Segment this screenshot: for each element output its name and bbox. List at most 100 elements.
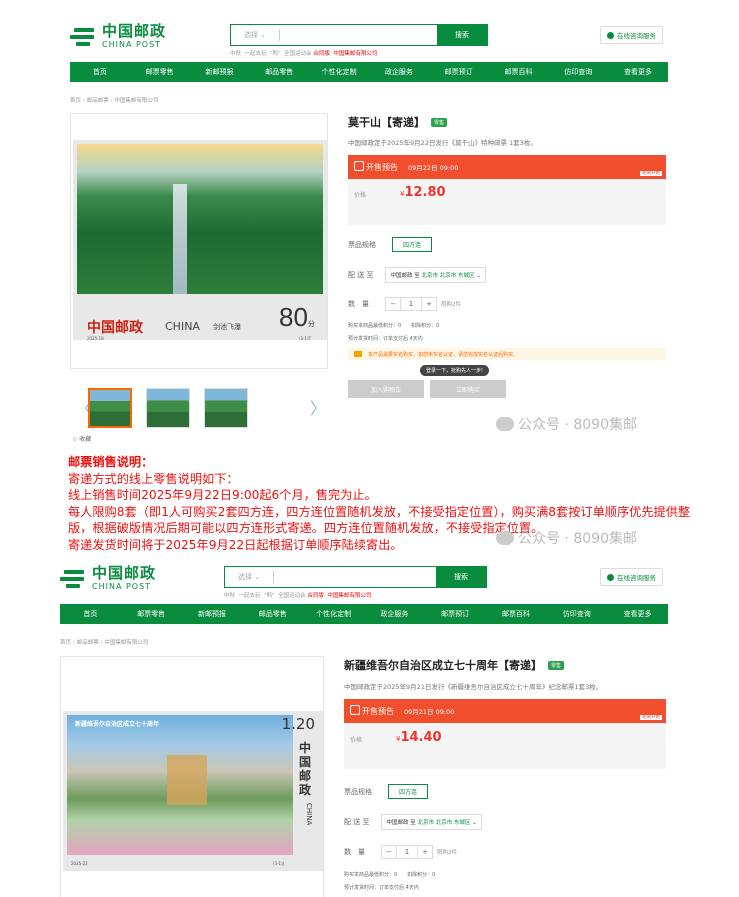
retail-tag: 零售 xyxy=(431,117,448,127)
qty-minus[interactable]: − xyxy=(382,846,396,858)
qty-plus[interactable]: + xyxy=(418,846,432,858)
nav-philately[interactable]: 邮品零售 xyxy=(242,604,303,624)
search-button[interactable]: 搜索 xyxy=(436,567,486,587)
stamp-code: 2025-22 xyxy=(71,861,88,866)
nav-custom[interactable]: 个性化定制 xyxy=(303,604,364,624)
product-subtitle: 中国邮政定于2025年9月22日发行《莫干山》特种邮票 1套3枚。 xyxy=(348,139,537,147)
search-input[interactable] xyxy=(273,571,436,583)
search-input[interactable] xyxy=(279,29,437,41)
logo-cn: 中国邮政 xyxy=(92,564,157,582)
price-box: 价格 ¥12.80 xyxy=(348,179,666,225)
nav-custom[interactable]: 个性化定制 xyxy=(309,62,369,82)
qty-input[interactable]: 1 xyxy=(400,298,422,310)
price-value: ¥12.80 xyxy=(400,185,446,200)
search-button[interactable]: 搜索 xyxy=(437,25,487,45)
thumb-next-icon[interactable]: 〉 xyxy=(310,395,326,419)
qty-minus[interactable]: − xyxy=(386,298,400,310)
nav-more[interactable]: 查看更多 xyxy=(607,604,668,624)
spec-row: 票品规格 四方连 xyxy=(348,237,433,252)
nav-query[interactable]: 仿印查询 xyxy=(546,604,607,624)
nav-home[interactable]: 首页 xyxy=(60,604,121,624)
presale-label: 开售预告 xyxy=(366,162,398,172)
price-label: 价格 xyxy=(354,192,367,199)
add-to-cart-button[interactable]: 加入购物车 xyxy=(348,380,424,398)
thumbnail[interactable] xyxy=(146,388,190,428)
stamp-en: CHINA xyxy=(165,320,200,333)
search-bar: 选择 ⌄ 搜索 xyxy=(230,24,488,46)
headset-icon xyxy=(607,31,614,39)
spec-row: 票品规格 四方连 xyxy=(344,784,429,799)
product-title: 莫干山【寄递】 零售 xyxy=(348,114,448,130)
nav-new-stamps[interactable]: 新邮预报 xyxy=(190,62,250,82)
logo-en: CHINA POST xyxy=(92,582,152,591)
thumbnail[interactable] xyxy=(88,388,132,428)
logo-mark-icon xyxy=(60,568,88,590)
stamp-idx: (3-1)J xyxy=(273,861,284,866)
nav-enterprise[interactable]: 政企服务 xyxy=(364,604,425,624)
breadcrumb[interactable]: 首页 › 邮品邮票 › 中国集邮有限公司 xyxy=(70,96,158,104)
nav-new-stamps[interactable]: 新邮预报 xyxy=(182,604,243,624)
product-subtitle: 中国邮政定于2025年9月21日发行《新疆维吾尔自治区成立七十周年》纪念邮票1套… xyxy=(344,683,603,691)
spec-option[interactable]: 四方连 xyxy=(392,237,433,252)
nav-wiki[interactable]: 邮票百科 xyxy=(486,604,547,624)
spec-option[interactable]: 四方连 xyxy=(388,784,429,799)
presale-time: 09月22日 09:00 xyxy=(408,164,459,172)
price-box: 价格 ¥14.40 xyxy=(344,723,666,769)
breadcrumb[interactable]: 首页 › 邮品邮票 › 中国集邮有限公司 xyxy=(60,638,148,646)
stamp-en: CHINA xyxy=(305,803,313,826)
nav-philately[interactable]: 邮品零售 xyxy=(249,62,309,82)
stamp-name: 剑池飞瀑 xyxy=(213,323,241,331)
nav-preorder[interactable]: 邮票预订 xyxy=(425,604,486,624)
retail-tag: 零售 xyxy=(548,660,565,670)
stamp-value: 80分 xyxy=(279,302,315,332)
presale-bar: 开售预告 09月21日 09:00 距离开始 1天113938 xyxy=(344,699,666,733)
nav-more[interactable]: 查看更多 xyxy=(608,62,668,82)
main-nav: 首页 邮票零售 新邮预报 邮品零售 个性化定制 政企服务 邮票预订 邮票百科 仿… xyxy=(60,604,668,624)
qty-input[interactable]: 1 xyxy=(396,846,418,858)
nav-preorder[interactable]: 邮票预订 xyxy=(429,62,489,82)
thumbnail[interactable] xyxy=(204,388,248,428)
nav-stamp-retail[interactable]: 邮票零售 xyxy=(121,604,182,624)
clock-icon xyxy=(354,161,364,171)
china-post-logo[interactable]: 中国邮政 CHINA POST xyxy=(70,24,166,49)
nav-query[interactable]: 仿印查询 xyxy=(548,62,608,82)
presale-time: 09月21日 09:00 xyxy=(404,708,455,716)
stamp-banner: 新疆维吾尔自治区成立七十周年 xyxy=(75,721,160,728)
nav-wiki[interactable]: 邮票百科 xyxy=(489,62,549,82)
qty-plus[interactable]: + xyxy=(422,298,436,310)
main-nav: 首页 邮票零售 新邮预报 邮品零售 个性化定制 政企服务 邮票预订 邮票百科 仿… xyxy=(70,62,668,82)
search-select[interactable]: 选择 ⌄ xyxy=(225,567,273,587)
nav-home[interactable]: 首页 xyxy=(70,62,130,82)
stamp-value: 1.20 xyxy=(281,715,315,733)
ship-address-select[interactable]: 中国邮政 至 北京市 北京市 东城区 ⌄ xyxy=(381,814,482,830)
realname-notice: 本产品需要实名购买，如您未实名认证，请您完成实名认证后购买。 xyxy=(348,348,666,360)
nav-stamp-retail[interactable]: 邮票零售 xyxy=(130,62,190,82)
search-bar: 选择 ⌄ 搜索 xyxy=(224,566,487,588)
points-info: 购买本商品最低积分：0 扣除积分：0 xyxy=(348,323,440,329)
headset-icon xyxy=(607,573,614,581)
ship-row: 配 送 至 中国邮政 至 北京市 北京市 东城区 ⌄ xyxy=(348,267,486,283)
online-service-button[interactable]: 在线咨询服务 xyxy=(600,26,663,44)
desc-line: 线上销售时间2025年9月22日9:00起6个月，售完为止。 xyxy=(68,488,377,503)
ship-row: 配 送 至 中国邮政 至 北京市 北京市 东城区 ⌄ xyxy=(344,814,482,830)
delivery-info: 预计发货时间：订单支付后 4天内 xyxy=(344,885,419,891)
wechat-icon xyxy=(496,531,514,545)
desc-heading: 邮票销售说明： xyxy=(68,455,154,469)
watermark: 公众号 · 8090集邮 xyxy=(496,414,637,434)
nav-enterprise[interactable]: 政企服务 xyxy=(369,62,429,82)
favorite-button[interactable]: ☆ 收藏 xyxy=(72,434,91,443)
desc-line: 寄递方式的线上零售说明如下： xyxy=(68,471,239,486)
clock-icon xyxy=(350,705,360,715)
price-value: ¥14.40 xyxy=(396,730,442,745)
stamp-country: 中国邮政 xyxy=(87,320,143,336)
logo-en: CHINA POST xyxy=(102,40,162,49)
buy-now-button[interactable]: 立即购买 xyxy=(430,380,506,398)
product-image-box: 中国邮政 CHINA 剑池飞瀑 80分 2025-18 (3-1)T xyxy=(70,113,328,369)
ship-address-select[interactable]: 中国邮政 至 北京市 北京市 东城区 ⌄ xyxy=(385,267,486,283)
watermark: 公众号 · 8090集邮 xyxy=(496,528,637,548)
qty-limit: 限购2件 xyxy=(437,850,457,856)
search-select[interactable]: 选择 ⌄ xyxy=(231,25,279,45)
hot-words: 中秋 一起去玩 "鸭" 全国运动会 合同版 中国集邮有限公司 xyxy=(224,593,372,599)
online-service-button[interactable]: 在线咨询服务 xyxy=(600,568,663,586)
china-post-logo[interactable]: 中国邮政 CHINA POST xyxy=(60,566,156,591)
